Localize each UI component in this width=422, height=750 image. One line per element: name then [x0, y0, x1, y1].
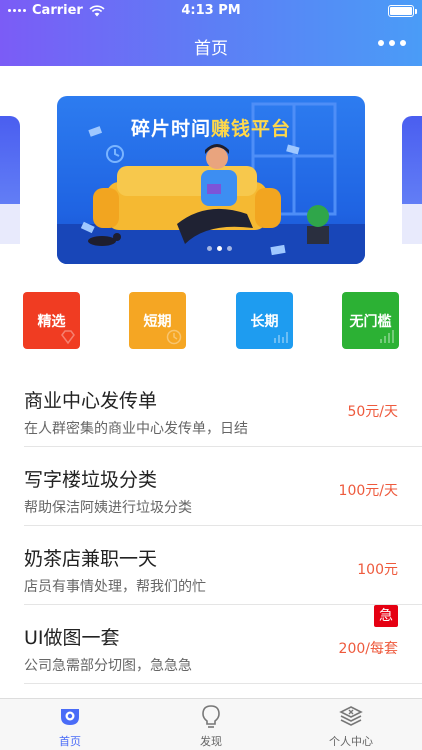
tab-bar: 首页 发现 个人中心 — [0, 698, 422, 750]
job-description: 店员有事情处理，帮我们的忙 — [24, 579, 206, 595]
category-short-term[interactable]: 短期 — [129, 292, 186, 349]
carousel-dot[interactable] — [227, 246, 232, 251]
tab-home[interactable]: 首页 — [30, 703, 110, 749]
banner-title-part2: 赚钱平台 — [211, 118, 292, 140]
layers-icon — [339, 706, 363, 726]
app-header: Carrier 4:13 PM 首页 — [0, 0, 422, 66]
job-description: 公司急需部分切图，急急急 — [24, 658, 192, 674]
job-list-item[interactable]: 急 UI做图一套 公司急需部分切图，急急急 200/每套 — [24, 605, 422, 684]
more-icon[interactable] — [378, 40, 406, 46]
category-label: 精选 — [37, 313, 66, 330]
job-price: 100元 — [357, 562, 398, 578]
job-list-item[interactable]: 写字楼垃圾分类 帮助保洁阿姨进行垃圾分类 100元/天 — [24, 447, 422, 526]
tab-label: 个人中心 — [329, 735, 373, 748]
carousel-dot[interactable] — [217, 246, 222, 251]
next-banner-card[interactable] — [402, 116, 422, 244]
page-title: 首页 — [194, 39, 228, 59]
category-label: 长期 — [250, 313, 279, 330]
job-price: 50元/天 — [347, 404, 398, 420]
bars-icon — [380, 330, 394, 343]
clock-icon — [166, 329, 182, 345]
battery-icon — [388, 5, 417, 17]
job-description: 帮助保洁阿姨进行垃圾分类 — [24, 500, 192, 516]
category-no-threshold[interactable]: 无门槛 — [342, 292, 399, 349]
job-description: 在人群密集的商业中心发传单，日结 — [24, 421, 248, 437]
category-featured[interactable]: 精选 — [23, 292, 80, 349]
job-title: UI做图一套 — [24, 627, 120, 649]
banner-title: 碎片时间赚钱平台 — [57, 114, 365, 141]
diamond-icon — [61, 330, 75, 345]
category-long-term[interactable]: 长期 — [236, 292, 293, 349]
job-price: 200/每套 — [338, 641, 398, 657]
chart-icon — [274, 332, 288, 343]
job-price: 100元/天 — [338, 483, 398, 499]
category-label: 无门槛 — [349, 313, 392, 330]
category-label: 短期 — [143, 313, 172, 330]
status-time: 4:13 PM — [181, 3, 241, 18]
category-row: 精选 短期 长期 无门槛 — [0, 292, 422, 350]
banner-image[interactable]: 碎片时间赚钱平台 — [57, 96, 365, 264]
home-camera-icon — [61, 709, 79, 725]
lightbulb-icon — [202, 705, 220, 728]
tab-profile[interactable]: 个人中心 — [311, 703, 391, 749]
job-title: 奶茶店兼职一天 — [24, 548, 158, 570]
job-title: 商业中心发传单 — [24, 390, 158, 412]
urgent-badge: 急 — [374, 605, 398, 627]
tab-label: 首页 — [59, 735, 81, 748]
tab-label: 发现 — [200, 735, 222, 748]
banner-carousel[interactable]: 碎片时间赚钱平台 — [0, 66, 422, 276]
tab-discover[interactable]: 发现 — [171, 703, 251, 749]
job-list-item[interactable]: 商业中心发传单 在人群密集的商业中心发传单，日结 50元/天 — [24, 368, 422, 447]
job-title: 写字楼垃圾分类 — [24, 469, 158, 491]
carousel-dots — [207, 246, 232, 251]
job-list-item[interactable]: 奶茶店兼职一天 店员有事情处理，帮我们的忙 100元 — [24, 526, 422, 605]
carousel-dot[interactable] — [207, 246, 212, 251]
nav-bar: 首页 — [0, 22, 422, 66]
job-list: 商业中心发传单 在人群密集的商业中心发传单，日结 50元/天 写字楼垃圾分类 帮… — [0, 368, 422, 684]
banner-title-part1: 碎片时间 — [130, 118, 211, 140]
prev-banner-card[interactable] — [0, 116, 20, 244]
status-bar: Carrier 4:13 PM — [0, 0, 422, 22]
